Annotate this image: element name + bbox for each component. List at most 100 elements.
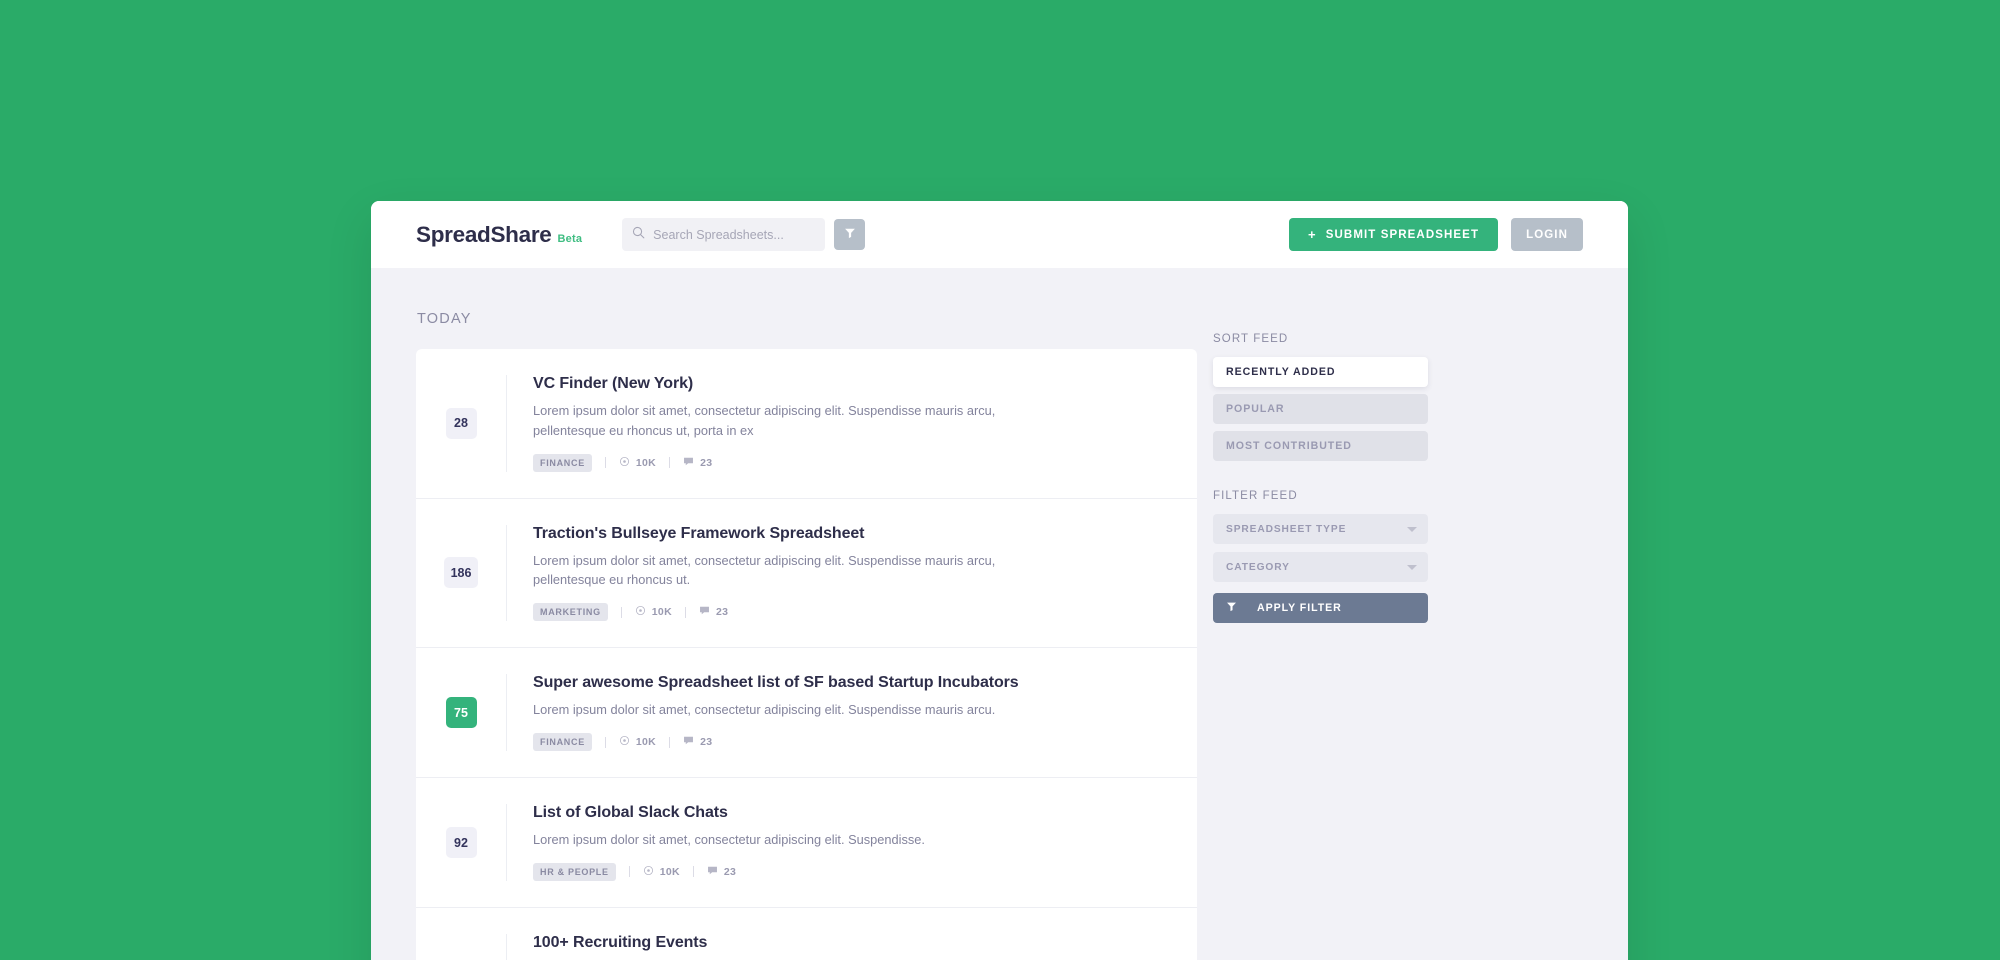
views-count: 10K — [651, 606, 672, 619]
category-select[interactable]: CATEGORY — [1213, 552, 1428, 582]
vote-badge[interactable]: 28 — [445, 407, 477, 439]
meta-divider — [628, 866, 630, 878]
row-body: List of Global Slack Chats Lorem ipsum d… — [506, 804, 1197, 881]
row-meta: FINANCE 10K 23 — [533, 733, 1171, 752]
meta-divider — [669, 736, 671, 748]
search-input[interactable] — [653, 227, 816, 242]
comments-stat: 23 — [683, 735, 712, 749]
vote-badge[interactable]: 186 — [443, 557, 479, 589]
category-tag[interactable]: FINANCE — [533, 733, 592, 752]
views-stat: 10K — [635, 605, 672, 619]
category-label: CATEGORY — [1226, 561, 1290, 573]
row-body: Traction's Bullseye Framework Spreadshee… — [506, 524, 1197, 622]
comment-icon — [683, 735, 694, 749]
vote-badge[interactable]: 92 — [445, 827, 477, 859]
comment-icon — [683, 456, 694, 470]
apply-filter-button[interactable]: APPLY FILTER — [1213, 593, 1428, 623]
views-stat: 10K — [619, 735, 656, 749]
brand-name: SpreadShare — [416, 221, 552, 247]
eye-icon — [619, 735, 630, 749]
sort-option-recently-added[interactable]: RECENTLY ADDED — [1213, 357, 1428, 387]
comments-count: 23 — [700, 456, 713, 469]
header-actions: + SUBMIT SPREADSHEET LOGIN — [1289, 218, 1583, 251]
eye-icon — [619, 456, 630, 470]
vote-column: 75 — [416, 697, 506, 729]
eye-icon — [635, 605, 646, 619]
filter-funnel-icon — [1226, 601, 1237, 615]
row-body: VC Finder (New York) Lorem ipsum dolor s… — [506, 375, 1197, 472]
row-title[interactable]: Traction's Bullseye Framework Spreadshee… — [533, 525, 1171, 543]
category-tag[interactable]: HR & PEOPLE — [533, 862, 616, 881]
table-row[interactable]: 186 Traction's Bullseye Framework Spread… — [416, 499, 1197, 649]
vote-column: 186 — [416, 557, 506, 589]
vote-badge[interactable]: 75 — [445, 697, 477, 729]
site-header: SpreadShare Beta Search Spreadsheets... … — [371, 201, 1628, 268]
category-tag[interactable]: MARKETING — [533, 603, 608, 622]
row-meta: MARKETING 10K 23 — [533, 603, 1171, 622]
row-body: 100+ Recruiting Events Lorem ipsum dolor… — [506, 933, 1197, 960]
row-title[interactable]: List of Global Slack Chats — [533, 804, 1171, 822]
row-meta: FINANCE 10K 23 — [533, 453, 1171, 472]
vote-column: 92 — [416, 827, 506, 859]
sort-option-most-contributed[interactable]: MOST CONTRIBUTED — [1213, 431, 1428, 461]
search-icon — [632, 226, 645, 244]
sort-option-label: MOST CONTRIBUTED — [1226, 440, 1352, 452]
plus-icon: + — [1308, 227, 1317, 242]
sort-feed-label: SORT FEED — [1213, 333, 1289, 345]
browser-window: SpreadShare Beta Search Spreadsheets... … — [371, 201, 1628, 960]
table-row[interactable]: 47 100+ Recruiting Events Lorem ipsum do… — [416, 908, 1197, 960]
row-title[interactable]: Super awesome Spreadsheet list of SF bas… — [533, 674, 1171, 692]
comments-stat: 23 — [699, 605, 728, 619]
table-row[interactable]: 75 Super awesome Spreadsheet list of SF … — [416, 648, 1197, 779]
eye-icon — [643, 865, 654, 879]
meta-divider — [692, 866, 694, 878]
views-stat: 10K — [643, 865, 680, 879]
vote-column: 28 — [416, 407, 506, 439]
row-description: Lorem ipsum dolor sit amet, consectetur … — [533, 832, 925, 848]
feed-column: TODAY 28 VC Finder (New York) Lorem ipsu… — [416, 268, 1197, 960]
sort-option-label: RECENTLY ADDED — [1226, 366, 1336, 378]
comments-count: 23 — [723, 865, 737, 878]
row-title[interactable]: 100+ Recruiting Events — [533, 934, 1171, 952]
row-description: Lorem ipsum dolor sit amet, consectetur … — [533, 552, 996, 588]
views-count: 10K — [635, 456, 657, 469]
comment-icon — [699, 605, 710, 619]
meta-divider — [604, 457, 606, 469]
views-stat: 10K — [619, 456, 656, 470]
chevron-down-icon — [1407, 564, 1417, 570]
sidebar: SORT FEED RECENTLY ADDED POPULAR MOST CO… — [1213, 268, 1428, 960]
sort-option-label: POPULAR — [1226, 403, 1285, 415]
spreadsheet-type-select[interactable]: SPREADSHEET TYPE — [1213, 514, 1428, 544]
header-filter-button[interactable] — [834, 219, 866, 250]
login-label: LOGIN — [1526, 228, 1568, 241]
views-count: 10K — [635, 736, 657, 749]
apply-filter-label: APPLY FILTER — [1257, 602, 1342, 614]
row-description: Lorem ipsum dolor sit amet, consectetur … — [533, 702, 996, 718]
comments-count: 23 — [715, 606, 729, 619]
meta-divider — [669, 457, 671, 469]
meta-divider — [684, 606, 686, 618]
search-box[interactable] — [622, 218, 826, 251]
row-meta: HR & PEOPLE 10K 23 — [533, 862, 1171, 881]
row-title[interactable]: VC Finder (New York) — [533, 375, 1171, 393]
login-button[interactable]: LOGIN — [1511, 218, 1583, 251]
spreadsheet-type-label: SPREADSHEET TYPE — [1226, 523, 1347, 535]
row-description: Lorem ipsum dolor sit amet, consectetur … — [533, 403, 996, 438]
page-body: TODAY 28 VC Finder (New York) Lorem ipsu… — [371, 268, 1628, 960]
table-row[interactable]: 28 VC Finder (New York) Lorem ipsum dolo… — [416, 349, 1197, 499]
feed-card: 28 VC Finder (New York) Lorem ipsum dolo… — [416, 349, 1197, 960]
meta-divider — [604, 736, 606, 748]
views-count: 10K — [659, 865, 680, 878]
submit-spreadsheet-button[interactable]: + SUBMIT SPREADSHEET — [1289, 218, 1499, 251]
filter-funnel-icon — [844, 227, 856, 242]
comments-stat: 23 — [707, 865, 736, 879]
comment-icon — [707, 865, 718, 879]
comments-stat: 23 — [683, 456, 712, 470]
submit-spreadsheet-label: SUBMIT SPREADSHEET — [1325, 228, 1480, 241]
category-tag[interactable]: FINANCE — [533, 453, 592, 472]
brand-beta-tag: Beta — [557, 232, 583, 245]
sort-option-popular[interactable]: POPULAR — [1213, 394, 1428, 424]
brand-logo[interactable]: SpreadShare Beta — [416, 222, 582, 248]
feed-section-label: TODAY — [417, 311, 472, 327]
table-row[interactable]: 92 List of Global Slack Chats Lorem ipsu… — [416, 778, 1197, 908]
